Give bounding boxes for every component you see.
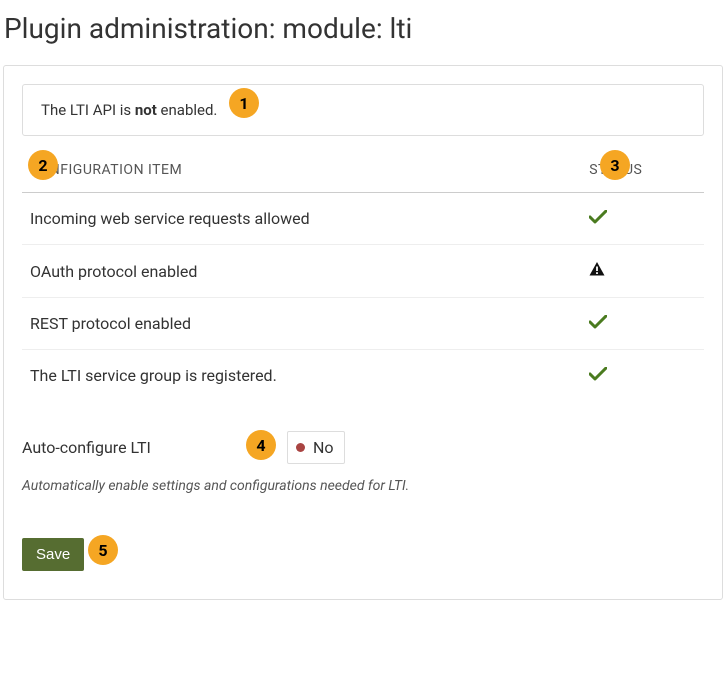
badge-4: 4 (246, 430, 276, 460)
config-item-status (581, 350, 704, 402)
autoconfig-switch[interactable]: No (287, 431, 345, 464)
autoconfig-help: Automatically enable settings and config… (22, 478, 704, 494)
content-panel: The LTI API is not enabled. 1 2 3 CONFIG… (3, 65, 723, 600)
config-item-status (581, 245, 704, 298)
table-row: The LTI service group is registered. (22, 350, 704, 402)
table-row: Incoming web service requests allowed (22, 193, 704, 245)
check-icon (589, 315, 607, 329)
badge-2: 2 (28, 150, 58, 180)
config-item-label: REST protocol enabled (22, 298, 581, 350)
config-item-label: The LTI service group is registered. (22, 350, 581, 402)
alert-bold: not (135, 101, 157, 119)
config-table: CONFIGURATION ITEM STATUS Incoming web s… (22, 152, 704, 401)
api-status-alert: The LTI API is not enabled. 1 (22, 84, 704, 136)
alert-prefix: The LTI API is (41, 101, 135, 119)
alert-suffix: enabled. (157, 101, 218, 119)
col-header-status: STATUS (581, 152, 704, 193)
badge-5: 5 (88, 535, 118, 565)
config-item-label: OAuth protocol enabled (22, 245, 581, 298)
table-row: REST protocol enabled (22, 298, 704, 350)
config-item-status (581, 298, 704, 350)
badge-3: 3 (600, 150, 630, 180)
save-button[interactable]: Save (22, 538, 84, 571)
check-icon (589, 367, 607, 381)
autoconfig-row: Auto-configure LTI 4 No (22, 431, 704, 464)
table-row: OAuth protocol enabled (22, 245, 704, 298)
switch-value: No (313, 438, 334, 457)
page-title: Plugin administration: module: lti (0, 0, 726, 65)
col-header-item: CONFIGURATION ITEM (22, 152, 581, 193)
warning-icon (589, 261, 605, 277)
switch-dot-icon (296, 443, 305, 452)
config-item-status (581, 193, 704, 245)
config-item-label: Incoming web service requests allowed (22, 193, 581, 245)
badge-1: 1 (229, 88, 259, 118)
check-icon (589, 210, 607, 224)
